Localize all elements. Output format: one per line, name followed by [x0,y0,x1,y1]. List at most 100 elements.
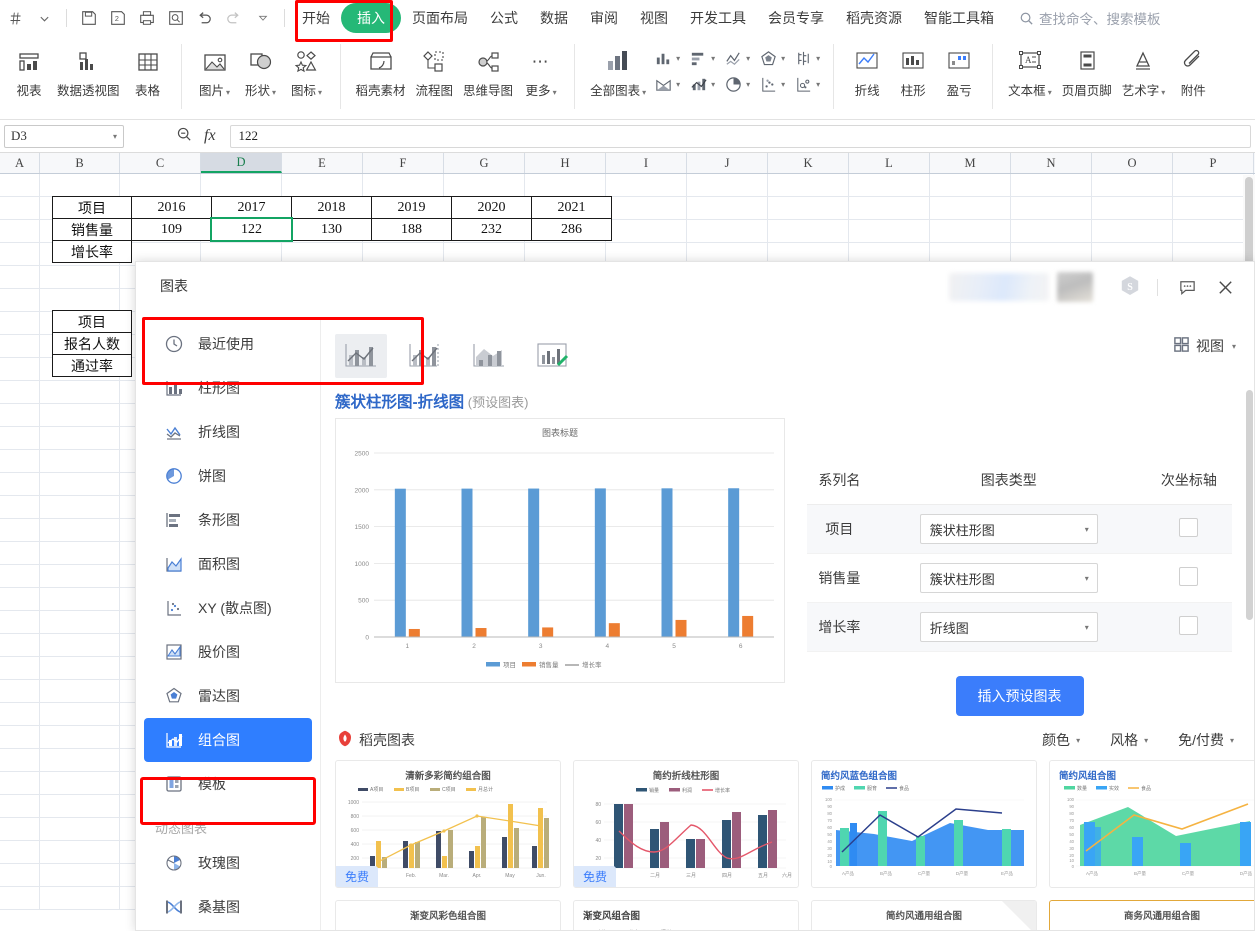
variant-custom-combo[interactable] [527,334,579,378]
ribbon-button-sparkline-column[interactable]: 柱形 [890,41,936,99]
grid-cell[interactable] [40,519,120,542]
grid-cell[interactable] [930,174,1011,197]
gallery-card-5[interactable]: 渐变风组合图 上海 北京 深圳 [573,900,799,930]
column-header-O[interactable]: O [1092,153,1173,173]
grid-cell[interactable] [40,565,120,588]
chevron-down-icon[interactable]: ▾ [226,88,230,97]
grid-cell[interactable] [0,887,40,910]
gallery-card-1[interactable]: 简约折线柱形图 销量 利润 增长率 80604020 [573,760,799,888]
grid-cell[interactable] [40,772,120,795]
stock-chart-icon[interactable]: ▾ [791,47,823,70]
ribbon-button-table[interactable]: 表格 [125,41,171,99]
grid-cell[interactable] [0,243,40,266]
sidebar-item-pie[interactable]: 饼图 [144,454,312,498]
grid-cell[interactable] [0,841,40,864]
grid-cell[interactable] [606,220,687,243]
grid-cell[interactable] [40,473,120,496]
table-cell-header-label[interactable]: 项目 [52,196,132,219]
grid-cell[interactable] [363,174,444,197]
column-header-J[interactable]: J [687,153,768,173]
grid-cell[interactable] [0,473,40,496]
grid-cell[interactable] [0,450,40,473]
chevron-down-icon[interactable]: ▾ [1048,88,1052,97]
name-box[interactable]: D3 ▾ [4,125,124,148]
bubble-chart-icon[interactable]: ▾ [791,73,823,96]
chevron-down-icon[interactable]: ▾ [318,88,322,97]
grid-cell[interactable] [201,174,282,197]
chevron-down-icon[interactable]: ▾ [1085,574,1089,583]
grid-cell[interactable] [768,174,849,197]
grid-cell[interactable] [0,611,40,634]
fx-icon[interactable]: fx [204,127,216,145]
grid-cell[interactable] [0,381,40,404]
grid-cell[interactable] [0,220,40,243]
variant-clustered-column-line[interactable] [335,334,387,378]
grid-cell[interactable] [40,680,120,703]
column-header-N[interactable]: N [1011,153,1092,173]
column-header-C[interactable]: C [120,153,201,173]
ribbon-tab-start[interactable]: 开始 [291,4,341,32]
ribbon-button-icons[interactable]: 图标▾ [284,41,330,99]
table2-cell-enrollment-label[interactable]: 报名人数 [52,332,132,355]
ribbon-button-shapes[interactable]: 形状▾ [238,41,284,99]
grid-cell[interactable] [444,174,525,197]
save-as-icon[interactable]: 2 [104,5,131,32]
grid-cell[interactable] [1092,220,1173,243]
sidebar-item-radar[interactable]: 雷达图 [144,674,312,718]
table-cell-2018[interactable]: 2018 [291,196,372,219]
grid-cell[interactable] [1173,220,1254,243]
secondary-axis-checkbox-2[interactable] [1179,616,1198,635]
sidebar-item-combo[interactable]: 组合图 [144,718,312,762]
ribbon-button-all-charts[interactable]: 全部图表▾ [585,41,651,99]
grid-cell[interactable] [40,450,120,473]
chevron-down-icon[interactable]: ▾ [1230,736,1234,745]
column-header-A[interactable]: A [0,153,40,173]
line-chart-icon[interactable]: ▾ [721,47,753,70]
grid-cell[interactable] [849,174,930,197]
ribbon-tab-member[interactable]: 会员专享 [757,4,835,32]
grid-cell[interactable] [0,174,40,197]
table-cell-sales-2021[interactable]: 286 [531,218,612,241]
grid-cell[interactable] [930,197,1011,220]
grid-cell[interactable] [0,588,40,611]
grid-cell[interactable] [1011,197,1092,220]
combo-chart-icon[interactable]: ▾ [686,73,718,96]
table-cell-sales-2016[interactable]: 109 [131,218,212,241]
table-cell-growth-label[interactable]: 增长率 [52,240,132,263]
grid-cell[interactable] [687,220,768,243]
grid-cell[interactable] [687,197,768,220]
chevron-down-icon[interactable]: ▾ [1144,736,1148,745]
chevron-down-icon[interactable]: ▾ [1232,342,1236,351]
bar-chart-icon[interactable]: ▾ [686,47,718,70]
filter-style[interactable]: 风格▾ [1110,730,1148,750]
sidebar-item-bar[interactable]: 条形图 [144,498,312,542]
scatter-chart-icon[interactable]: ▾ [756,73,788,96]
ribbon-button-header-footer[interactable]: 页眉页脚 [1057,41,1117,99]
grid-cell[interactable] [0,197,40,220]
grid-cell[interactable] [0,312,40,335]
ribbon-tab-developer[interactable]: 开发工具 [679,4,757,32]
radar-chart-icon[interactable]: ▾ [756,47,788,70]
ribbon-button-pivot-chart[interactable]: 视表 [6,41,52,99]
column-header-E[interactable]: E [282,153,363,173]
print-preview-icon[interactable] [162,5,189,32]
chart-preview[interactable]: 图表标题 05001000150020002500123456项目销售量增长率 [335,418,785,683]
chevron-down-icon[interactable]: ▾ [1076,736,1080,745]
column-header-H[interactable]: H [525,153,606,173]
grid-cell[interactable] [0,634,40,657]
series-type-select-1[interactable]: 簇状柱形图 ▾ [920,563,1098,593]
column-header-L[interactable]: L [849,153,930,173]
ribbon-button-wordart[interactable]: 艺术字▾ [1117,41,1171,99]
grid-cell[interactable] [40,289,120,312]
grid-cell[interactable] [0,680,40,703]
series-type-select-2[interactable]: 折线图 ▾ [920,612,1098,642]
grid-cell[interactable] [40,611,120,634]
grid-cell[interactable] [40,174,120,197]
grid-cell[interactable] [40,657,120,680]
chevron-down-icon[interactable]: ▾ [272,88,276,97]
variant-stacked-area-clustered-column[interactable] [463,334,515,378]
view-mode-button[interactable]: 视图 ▾ [1173,336,1236,356]
sidebar-item-stock[interactable]: 股价图 [144,630,312,674]
table-cell-sales-2017[interactable]: 122 [211,218,292,241]
table-cell-2016[interactable]: 2016 [131,196,212,219]
